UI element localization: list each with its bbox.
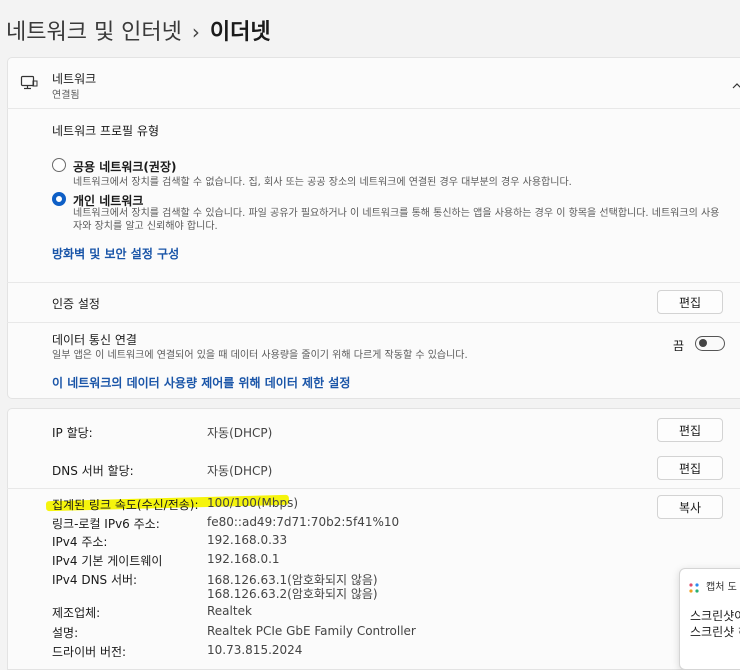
ipv6-label: 링크-로컬 IPv6 주소: xyxy=(52,517,160,531)
breadcrumb-parent[interactable]: 네트워크 및 인터넷 xyxy=(6,20,182,45)
breadcrumb-separator-icon: › xyxy=(191,20,200,44)
dns-assignment-label: DNS 서버 할당: xyxy=(52,464,134,478)
breadcrumb: 네트워크 및 인터넷 › 이더넷 xyxy=(6,14,271,46)
snipping-tool-icon xyxy=(688,579,700,593)
link-speed-label: 집계된 링크 속도(수신/전송): xyxy=(52,498,199,512)
ipv4-dns-label: IPv4 DNS 서버: xyxy=(52,573,138,587)
metered-toggle-state: 끔 xyxy=(673,339,685,353)
private-network-description: 네트워크에서 장치를 검색할 수 있습니다. 파일 공유가 필요하거나 이 네트… xyxy=(73,208,720,232)
ethernet-icon xyxy=(20,74,38,92)
manufacturer-label: 제조업체: xyxy=(52,606,101,620)
network-status: 연결됨 xyxy=(52,90,80,101)
copy-button[interactable]: 복사 xyxy=(657,495,723,519)
chevron-up-icon[interactable] xyxy=(731,76,740,89)
firewall-settings-link[interactable]: 방화벽 및 보안 설정 구성 xyxy=(52,245,179,262)
ipv6-value: fe80::ad49:7d71:70b2:5f41%10 xyxy=(207,515,400,529)
driver-version-value: 10.73.815.2024 xyxy=(207,643,303,657)
notification-line-1: 스크린샷이 xyxy=(690,609,740,623)
ip-assignment-label: IP 할당: xyxy=(52,426,93,440)
description-value: Realtek PCIe GbE Family Controller xyxy=(207,624,416,638)
metered-connection-description: 일부 앱은 이 네트워크에 연결되어 있을 때 데이터 사용량을 줄이기 위해 … xyxy=(52,350,468,361)
public-network-radio[interactable] xyxy=(52,158,66,172)
network-title: 네트워크 xyxy=(52,72,97,86)
ipv4-dns-value-2: 168.126.63.2(암호화되지 않음) xyxy=(207,587,378,601)
manufacturer-value: Realtek xyxy=(207,604,252,618)
metered-connection-toggle[interactable] xyxy=(695,336,725,351)
description-label: 설명: xyxy=(52,626,79,640)
dns-assignment-value: 자동(DHCP) xyxy=(207,464,273,478)
data-limit-link[interactable]: 이 네트워크의 데이터 사용량 제어를 위해 데이터 제한 설정 xyxy=(52,374,350,391)
dns-edit-button[interactable]: 편집 xyxy=(657,456,723,480)
auth-settings-label: 인증 설정 xyxy=(52,297,100,311)
ipv4-address-value: 192.168.0.33 xyxy=(207,533,288,547)
profile-heading: 네트워크 프로필 유형 xyxy=(52,124,159,138)
notification-app-name: 캡처 도 xyxy=(706,582,737,593)
page-title: 이더넷 xyxy=(209,20,271,45)
ip-assignment-value: 자동(DHCP) xyxy=(207,426,273,440)
public-network-description: 네트워크에서 장치를 검색할 수 없습니다. 집, 회사 또는 공공 장소의 네… xyxy=(73,177,572,188)
snipping-tool-notification[interactable]: 캡처 도 스크린샷이 스크린샷 히 xyxy=(679,568,740,670)
ipv4-gateway-label: IPv4 기본 게이트웨이 xyxy=(52,554,163,568)
auth-edit-button[interactable]: 편집 xyxy=(657,290,723,314)
notification-line-2: 스크린샷 히 xyxy=(690,625,740,639)
ipv4-address-label: IPv4 주소: xyxy=(52,535,108,549)
link-speed-value: 100/100(Mbps) xyxy=(207,496,299,510)
ip-edit-button[interactable]: 편집 xyxy=(657,418,723,442)
ipv4-gateway-value: 192.168.0.1 xyxy=(207,552,280,566)
private-network-radio[interactable] xyxy=(52,192,66,206)
driver-version-label: 드라이버 버전: xyxy=(52,645,127,659)
